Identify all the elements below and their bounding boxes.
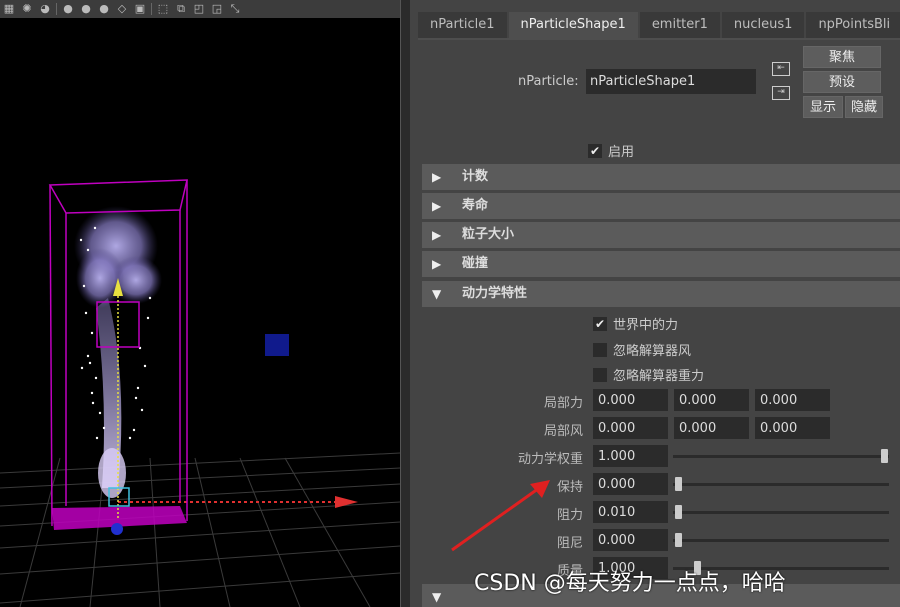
- conserve-field[interactable]: [593, 473, 668, 495]
- ignore-solver-wind-row[interactable]: 忽略解算器风: [593, 340, 691, 359]
- tab-underline: [418, 38, 900, 40]
- output-connection-icon[interactable]: ⇥: [772, 86, 790, 100]
- local-force-y-field[interactable]: [674, 389, 749, 411]
- show-button[interactable]: 显示: [803, 96, 843, 118]
- sphere-icon[interactable]: ●: [61, 2, 75, 16]
- watermark: CSDN @每天努力一点点，哈哈: [474, 571, 786, 596]
- dynamics-weight-slider-handle[interactable]: [881, 449, 888, 463]
- 3d-viewport[interactable]: ▦ ✺ ◕ ● ● ● ◇ ▣ ⬚ ⧉ ◰ ◲ ⤡: [0, 0, 400, 607]
- local-wind-y-field[interactable]: [674, 417, 749, 439]
- local-force-x-field[interactable]: [593, 389, 668, 411]
- tab-nucleus1[interactable]: nucleus1: [721, 12, 805, 38]
- layout-icon[interactable]: ◰: [192, 2, 206, 16]
- section-dynamic-properties[interactable]: ▼ 动力学特性: [422, 281, 900, 307]
- presets-button[interactable]: 预设: [803, 71, 881, 93]
- section-particle-size[interactable]: ▶ 粒子大小: [422, 222, 900, 248]
- frame-icon[interactable]: ⤡: [228, 2, 242, 16]
- viewport-toolbar: ▦ ✺ ◕ ● ● ● ◇ ▣ ⬚ ⧉ ◰ ◲ ⤡: [0, 0, 400, 18]
- enable-label: 启用: [608, 145, 635, 160]
- dynamics-weight-slider[interactable]: [673, 455, 889, 458]
- damp-field[interactable]: [593, 529, 668, 551]
- checkbox-label: 忽略解算器风: [613, 344, 692, 359]
- diamond-icon[interactable]: ◇: [115, 2, 129, 16]
- drag-field[interactable]: [593, 501, 668, 523]
- collapsed-arrow-icon: ▶: [432, 199, 442, 213]
- expanded-arrow-icon: ▼: [432, 287, 442, 301]
- tab-nparticle1[interactable]: nParticle1: [418, 12, 507, 38]
- select-icon[interactable]: ⬚: [156, 2, 170, 16]
- forces-in-world-checkbox[interactable]: ✔: [593, 316, 607, 331]
- enable-checkbox[interactable]: ✔: [588, 143, 602, 158]
- panel-divider[interactable]: [400, 0, 410, 607]
- annotation-arrow-icon: [451, 480, 550, 552]
- toolbar-separator: [56, 3, 57, 15]
- section-label: 碰撞: [462, 256, 489, 271]
- section-lifespan[interactable]: ▶ 寿命: [422, 193, 900, 219]
- drag-slider[interactable]: [673, 511, 889, 514]
- local-force-label: 局部力: [543, 396, 583, 411]
- dynamics-weight-field[interactable]: [593, 445, 668, 467]
- collapsed-arrow-icon: ▶: [432, 257, 442, 271]
- section-label: 寿命: [462, 198, 489, 213]
- conserve-slider-handle[interactable]: [675, 477, 682, 491]
- hide-button[interactable]: 隐藏: [845, 96, 883, 118]
- forces-in-world-row[interactable]: ✔ 世界中的力: [593, 314, 678, 333]
- layout-icon[interactable]: ◲: [210, 2, 224, 16]
- local-wind-z-field[interactable]: [755, 417, 830, 439]
- collapsed-arrow-icon: ▶: [432, 228, 442, 242]
- damp-slider-handle[interactable]: [675, 533, 682, 547]
- checkbox-label: 忽略解算器重力: [613, 369, 705, 384]
- local-wind-x-field[interactable]: [593, 417, 668, 439]
- damp-slider[interactable]: [673, 539, 889, 542]
- local-force-z-field[interactable]: [755, 389, 830, 411]
- conserve-slider[interactable]: [673, 483, 889, 486]
- focus-button[interactable]: 聚焦: [803, 46, 881, 68]
- sphere-icon[interactable]: ●: [97, 2, 111, 16]
- local-wind-label: 局部风: [543, 424, 583, 439]
- tab-emitter1[interactable]: emitter1: [639, 12, 720, 38]
- drag-slider-handle[interactable]: [675, 505, 682, 519]
- ignore-solver-wind-checkbox[interactable]: [593, 342, 607, 357]
- toolbar-separator: [151, 3, 152, 15]
- isolate-icon[interactable]: ⧉: [174, 2, 188, 16]
- section-label: 计数: [462, 169, 489, 184]
- sphere-icon[interactable]: ●: [79, 2, 93, 16]
- section-label: 动力学特性: [462, 286, 528, 301]
- field-locator[interactable]: [265, 334, 289, 356]
- section-label: 粒子大小: [462, 227, 515, 242]
- node-name-field[interactable]: [586, 69, 756, 94]
- ground-grid: [0, 452, 400, 607]
- grid-icon[interactable]: ▦: [2, 2, 16, 16]
- section-count[interactable]: ▶ 计数: [422, 164, 900, 190]
- dynamics-weight-label: 动力学权重: [517, 452, 583, 467]
- tab-nparticleshape1[interactable]: nParticleShape1: [508, 12, 638, 38]
- collapsed-arrow-icon: ▶: [432, 170, 442, 184]
- ignore-solver-gravity-checkbox[interactable]: [593, 367, 607, 382]
- node-name-label: nParticle:: [518, 74, 579, 89]
- enable-checkbox-row[interactable]: ✔ 启用: [588, 141, 634, 160]
- scene-canvas[interactable]: [0, 18, 400, 607]
- tab-nppointsblinn[interactable]: npPointsBli: [806, 12, 900, 38]
- expanded-arrow-icon: ▼: [432, 590, 442, 604]
- ignore-solver-gravity-row[interactable]: 忽略解算器重力: [593, 365, 704, 384]
- input-connection-icon[interactable]: ⇤: [772, 62, 790, 76]
- light-icon[interactable]: ✺: [20, 2, 34, 16]
- shading-icon[interactable]: ◕: [38, 2, 52, 16]
- checkbox-label: 世界中的力: [613, 318, 679, 333]
- texture-icon[interactable]: ▣: [133, 2, 147, 16]
- section-collisions[interactable]: ▶ 碰撞: [422, 251, 900, 277]
- node-tabs: nParticle1 nParticleShape1 emitter1 nucl…: [418, 12, 900, 38]
